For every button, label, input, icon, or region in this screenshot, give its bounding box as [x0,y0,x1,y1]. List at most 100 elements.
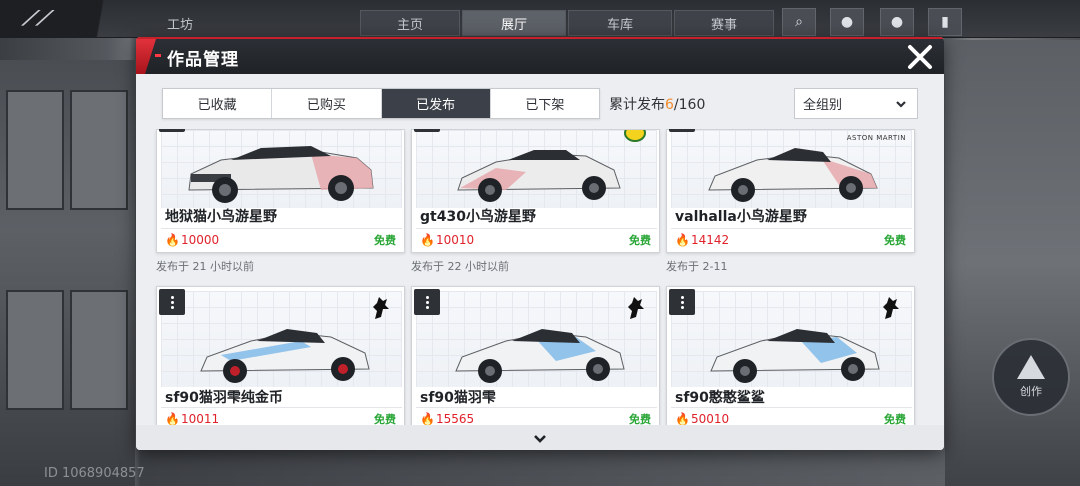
ferrari-horse-icon [628,297,644,319]
work-card[interactable]: gt430小鸟游星野 🔥 10010 免费 [411,129,660,253]
car-thumbnail [161,130,402,208]
background-right-wall [945,40,1080,486]
background-profile-icon[interactable]: ● [880,8,914,36]
card-menu-button[interactable] [414,289,440,315]
work-card[interactable]: sf90猫羽雫 🔥 15565 免费 [411,286,660,426]
tab-published[interactable]: 已发布 [381,89,491,118]
work-stats: 🔥 10010 免费 [416,228,657,250]
car-image-sf90 [455,329,625,383]
work-name: sf90猫羽雫纯金币 [165,390,283,406]
heat-count: 🔥 14142 [675,233,729,247]
background-section-label: 工坊 [166,17,193,33]
work-card[interactable]: 地狱猫小鸟游星野 🔥 10000 免费 [156,129,405,253]
close-icon [908,45,932,69]
lotus-badge-icon [624,130,646,142]
heat-value: 15565 [435,411,475,426]
heat-value: 14142 [690,232,730,247]
background-window [0,60,135,486]
work-price: 免费 [629,233,651,247]
car-thumbnail [671,291,912,387]
chevron-down-icon [896,101,906,108]
card-menu-button[interactable] [159,289,185,315]
flame-icon: 🔥 [675,232,690,247]
tab-purchased[interactable]: 已购买 [272,89,382,118]
flame-icon: 🔥 [165,232,180,247]
work-name: sf90猫羽雫 [420,390,496,406]
car-thumbnail: ASTON MARTIN [671,130,912,208]
heat-value: 10010 [435,232,475,247]
publish-time: 发布于 22 小时以前 [411,260,509,273]
brand-logo: ASTON MARTIN [846,134,906,142]
counter-total: 160 [678,97,706,113]
background-top-bar: ⟋⟋ 工坊 主页 展厅 车库 赛事 ⌕ ● ● ▮ [0,0,1080,38]
heat-count: 🔥 15565 [420,412,474,426]
player-id: ID 1068904857 [44,466,145,481]
work-stats: 🔥 10011 免费 [161,407,402,427]
background-create-button[interactable]: 创作 [992,338,1070,416]
chevron-down-icon [534,435,546,443]
heat-count: 🔥 10011 [165,412,219,426]
heat-value: 50010 [690,411,730,426]
close-button[interactable] [902,41,938,73]
tab-favorited[interactable]: 已收藏 [163,89,273,118]
car-thumbnail [161,291,402,387]
header-dash [155,54,161,57]
heat-value: 10000 [180,232,220,247]
create-button-label: 创作 [1020,385,1042,398]
work-name: gt430小鸟游星野 [420,209,536,225]
work-name: sf90憨憨鲨鲨 [675,390,765,406]
car-image-sf90 [200,329,370,383]
background-settings-icon[interactable]: ▮ [928,8,962,36]
car-thumbnail [416,130,657,208]
car-image-muscle [188,146,374,203]
background-search-icon[interactable]: ⌕ [782,8,816,36]
background-nav-showroom[interactable]: 展厅 [462,10,566,36]
card-menu-tab [159,129,185,132]
background-nav-garage[interactable]: 车库 [568,10,672,36]
scroll-more-button[interactable] [532,430,548,449]
flame-icon: 🔥 [420,232,435,247]
work-card[interactable]: sf90憨憨鲨鲨 🔥 50010 免费 [666,286,915,426]
card-menu-tab [414,129,440,132]
works-tabs: 已收藏 已购买 已发布 已下架 [162,88,600,119]
flame-icon: 🔥 [165,411,180,426]
game-logo: ⟋⟋ [0,0,140,38]
works-grid[interactable]: 地狱猫小鸟游星野 🔥 10000 免费 发布于 21 小时以前 gt430小鸟游… [136,129,944,427]
work-price: 免费 [884,233,906,247]
heat-value: 10011 [180,411,220,426]
work-card[interactable]: sf90猫羽雫纯金币 🔥 10011 免费 [156,286,405,426]
tab-delisted[interactable]: 已下架 [491,89,599,118]
dialog-header: 作品管理 [136,37,944,74]
ferrari-horse-icon [373,297,389,319]
car-thumbnail [416,291,657,387]
background-nav-home[interactable]: 主页 [360,10,460,36]
work-stats: 🔥 14142 免费 [671,228,912,250]
work-stats: 🔥 10000 免费 [161,228,402,250]
background-notification-icon[interactable]: ● [830,8,864,36]
heat-count: 🔥 10000 [165,233,219,247]
car-image-sf90 [710,329,880,383]
work-card[interactable]: ASTON MARTIN valhalla小鸟游星野 🔥 14142 免费 [666,129,915,253]
work-name: valhalla小鸟游星野 [675,209,807,225]
flame-icon: 🔥 [420,411,435,426]
work-stats: 🔥 15565 免费 [416,407,657,427]
work-stats: 🔥 50010 免费 [671,407,912,427]
counter-label: 累计发布 [609,97,665,113]
counter-current: 6 [665,97,674,113]
work-name: 地狱猫小鸟游星野 [165,209,277,225]
dialog-title: 作品管理 [167,50,239,70]
header-accent [136,39,156,74]
ferrari-horse-icon [883,297,899,319]
publish-counter: 累计发布 6 / 160 [609,94,705,114]
group-select-value: 全组别 [803,98,843,113]
works-management-dialog: 作品管理 已收藏 已购买 已发布 已下架 累计发布 6 / 160 全组别 地狱… [136,37,944,450]
card-menu-button[interactable] [669,289,695,315]
flame-icon: 🔥 [675,411,690,426]
card-menu-tab [669,129,695,132]
work-price: 免费 [374,233,396,247]
car-image-sport [457,150,621,202]
group-select[interactable]: 全组别 [794,88,918,119]
background-nav-events[interactable]: 赛事 [674,10,774,36]
heat-count: 🔥 50010 [675,412,729,426]
publish-time: 发布于 2-11 [666,260,728,273]
